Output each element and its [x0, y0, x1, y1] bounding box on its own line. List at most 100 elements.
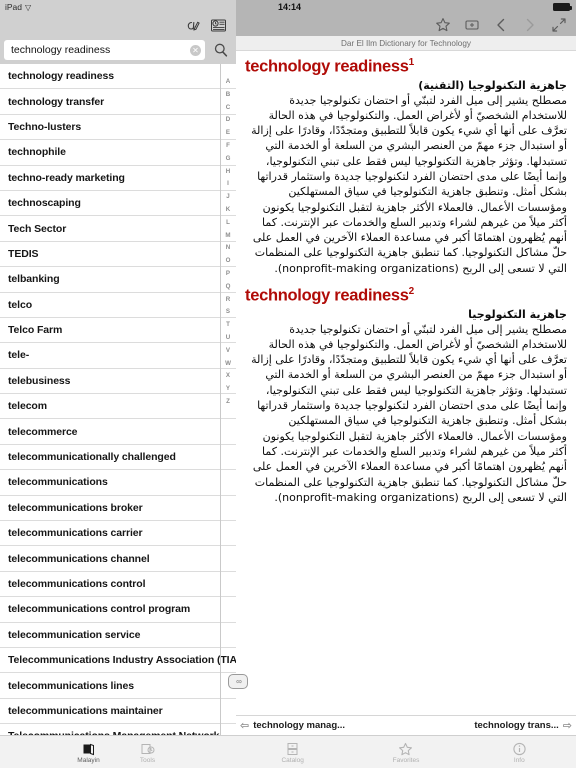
list-item-label: technology transfer [8, 95, 105, 108]
alpha-index-d[interactable]: D [226, 114, 230, 127]
tab-catalog[interactable]: Catalog [236, 736, 349, 768]
tab-tools[interactable]: Tools [118, 736, 177, 768]
forward-chevron-icon[interactable] [522, 17, 538, 33]
alpha-index-f[interactable]: F [226, 140, 230, 153]
search-row: technology readiness ✕ [0, 36, 236, 64]
list-item[interactable]: Telco Farm [0, 318, 236, 344]
prev-entry-link[interactable]: ⇦ technology manag... [240, 719, 345, 732]
list-item[interactable]: telecommunications control program [0, 597, 236, 623]
entry-1: technology readiness1 جاهزية التكنولوجيا… [245, 57, 567, 276]
list-item[interactable]: telecommunicationally challenged [0, 445, 236, 471]
list-item-label: telecommunications [8, 476, 108, 489]
list-item-label: telecommunications carrier [8, 527, 143, 540]
alpha-index-k[interactable]: K [226, 204, 230, 217]
history-icon[interactable] [210, 17, 227, 34]
list-item-label: telecom [8, 400, 47, 413]
script-toggle-icon[interactable] [184, 17, 201, 34]
list-item[interactable]: TEDIS [0, 242, 236, 268]
list-item[interactable]: telecommerce [0, 419, 236, 445]
list-item[interactable]: Telecommunications Industry Association … [0, 648, 236, 674]
list-item[interactable]: telecommunications control [0, 572, 236, 598]
list-item[interactable]: techno-ready marketing [0, 166, 236, 191]
search-input-value: technology readiness [11, 44, 111, 56]
alpha-index-c[interactable]: C [226, 102, 230, 115]
list-item[interactable]: telecommunications lines [0, 673, 236, 699]
alpha-index-n[interactable]: N [226, 242, 230, 255]
pane-resize-handle[interactable]: ∞ [228, 674, 248, 689]
alpha-index-g[interactable]: G [226, 153, 231, 166]
alpha-index-z[interactable]: Z [226, 396, 230, 409]
alpha-index-q[interactable]: Q [226, 281, 231, 294]
alpha-index-l[interactable]: L [226, 217, 230, 230]
list-item[interactable]: tele- [0, 343, 236, 369]
alpha-index-o[interactable]: O [226, 255, 231, 268]
alpha-index-w[interactable]: W [225, 358, 231, 371]
alpha-index-e[interactable]: E [226, 127, 230, 140]
alpha-index-j[interactable]: J [226, 191, 229, 204]
list-item[interactable]: telebusiness [0, 369, 236, 395]
tab-favorites-label: Favorites [392, 756, 420, 764]
alpha-index-a[interactable]: A [226, 76, 230, 89]
alpha-index-x[interactable]: X [226, 370, 230, 383]
list-item-label: telecommunications lines [8, 679, 134, 692]
alphabet-index[interactable]: ABCDEFGHIJKLMNOPQRSTUVWXYZ [220, 68, 236, 713]
list-item[interactable]: telecom [0, 394, 236, 420]
alpha-index-s[interactable]: S [226, 306, 230, 319]
clear-icon[interactable]: ✕ [190, 44, 201, 56]
list-item[interactable]: technoscaping [0, 191, 236, 217]
list-item[interactable]: telecommunications carrier [0, 521, 236, 547]
search-results-list[interactable]: technology readiness technology transfer T… [0, 64, 236, 735]
alpha-index-b[interactable]: B [226, 89, 230, 102]
list-item[interactable]: telecommunications [0, 470, 236, 496]
tab-info-label: Info [513, 756, 525, 764]
list-item-label: telecommunication service [8, 628, 141, 641]
add-to-list-icon[interactable] [464, 17, 480, 33]
list-item[interactable]: Techno-lusters [0, 115, 236, 141]
expand-fullscreen-icon[interactable] [551, 17, 567, 33]
list-item-label: TEDIS [8, 247, 39, 260]
alpha-index-i[interactable]: I [227, 178, 229, 191]
book-icon [81, 741, 96, 756]
list-item[interactable]: technology readiness [0, 64, 236, 90]
list-item[interactable]: telecommunications maintainer [0, 699, 236, 725]
list-item[interactable]: Tech Sector [0, 216, 236, 242]
status-bar-left: iPad ▽ [0, 0, 236, 14]
tab-info[interactable]: Info [463, 736, 576, 768]
list-item[interactable]: telecommunications broker [0, 496, 236, 522]
prev-entry-label: technology manag... [253, 720, 346, 731]
alpha-index-u[interactable]: U [226, 332, 230, 345]
entry-headword-2-text: technology readiness [245, 286, 409, 305]
list-item-label: technology readiness [8, 70, 114, 83]
list-item[interactable]: telecommunications channel [0, 546, 236, 572]
list-item-label: techno-ready marketing [8, 171, 125, 184]
search-input[interactable]: technology readiness ✕ [4, 40, 205, 60]
search-icon[interactable] [208, 39, 234, 61]
list-item-label: Tech Sector [8, 222, 67, 235]
alpha-index-r[interactable]: R [226, 294, 230, 307]
status-bar-right: 14:14 [236, 0, 576, 14]
tab-favorites[interactable]: Favorites [349, 736, 462, 768]
back-chevron-icon[interactable] [493, 17, 509, 33]
tab-malayin[interactable]: Malayin [59, 736, 118, 768]
entry-arabic-body-2: مصطلح يشير إلى ميل الفرد لتبنّي أو احتضا… [251, 322, 567, 504]
alpha-index-t[interactable]: T [226, 319, 230, 332]
alpha-index-y[interactable]: Y [226, 383, 230, 396]
list-item[interactable]: Telecommunications Management Network [0, 724, 236, 735]
star-icon [398, 741, 413, 756]
tools-icon [140, 741, 155, 756]
favorite-star-icon[interactable] [435, 17, 451, 33]
list-item[interactable]: telbanking [0, 267, 236, 293]
battery-full-icon [553, 3, 572, 11]
next-entry-link[interactable]: technology trans... ⇨ [474, 719, 572, 732]
alpha-index-v[interactable]: V [226, 345, 230, 358]
list-item[interactable]: telecommunication service [0, 623, 236, 648]
left-pane: technology readiness ✕ technology readin… [0, 14, 236, 735]
list-item[interactable]: telco [0, 293, 236, 318]
right-toolbar [236, 14, 576, 36]
alpha-index-m[interactable]: M [225, 230, 230, 243]
alpha-index-p[interactable]: P [226, 268, 230, 281]
list-item[interactable]: technophile [0, 140, 236, 166]
list-item[interactable]: technology transfer [0, 89, 236, 115]
next-entry-arrow-icon: ⇨ [562, 720, 572, 732]
alpha-index-h[interactable]: H [226, 166, 230, 179]
